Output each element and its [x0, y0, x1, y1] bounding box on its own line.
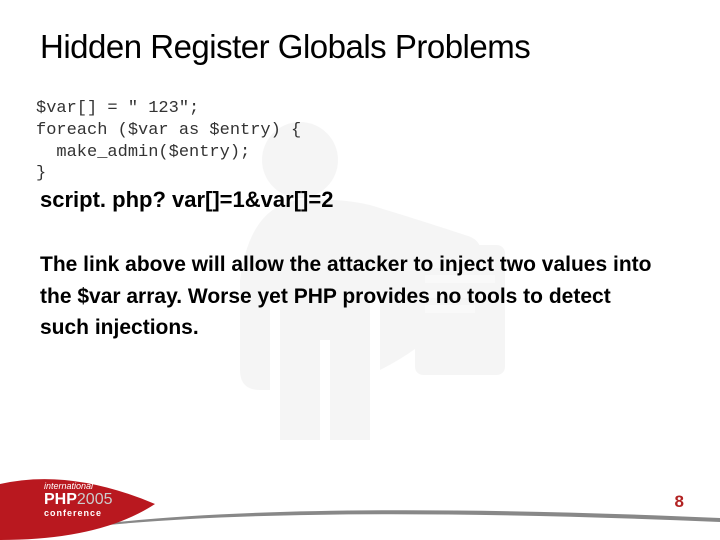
slide-title: Hidden Register Globals Problems	[40, 28, 680, 66]
slide-content: Hidden Register Globals Problems $var[] …	[0, 0, 720, 540]
page-number: 8	[675, 492, 684, 512]
logo-brand: PHP	[44, 491, 77, 508]
logo-year: 2005	[77, 491, 113, 508]
conference-logo: international PHP2005 conference	[44, 482, 113, 518]
slide-footer: international PHP2005 conference 8	[0, 472, 720, 540]
attack-url: script. php? var[]=1&var[]=2	[40, 187, 680, 213]
body-paragraph: The link above will allow the attacker t…	[40, 249, 660, 344]
logo-line3: conference	[44, 509, 113, 518]
code-block: $var[] = " 123"; foreach ($var as $entry…	[36, 98, 680, 185]
